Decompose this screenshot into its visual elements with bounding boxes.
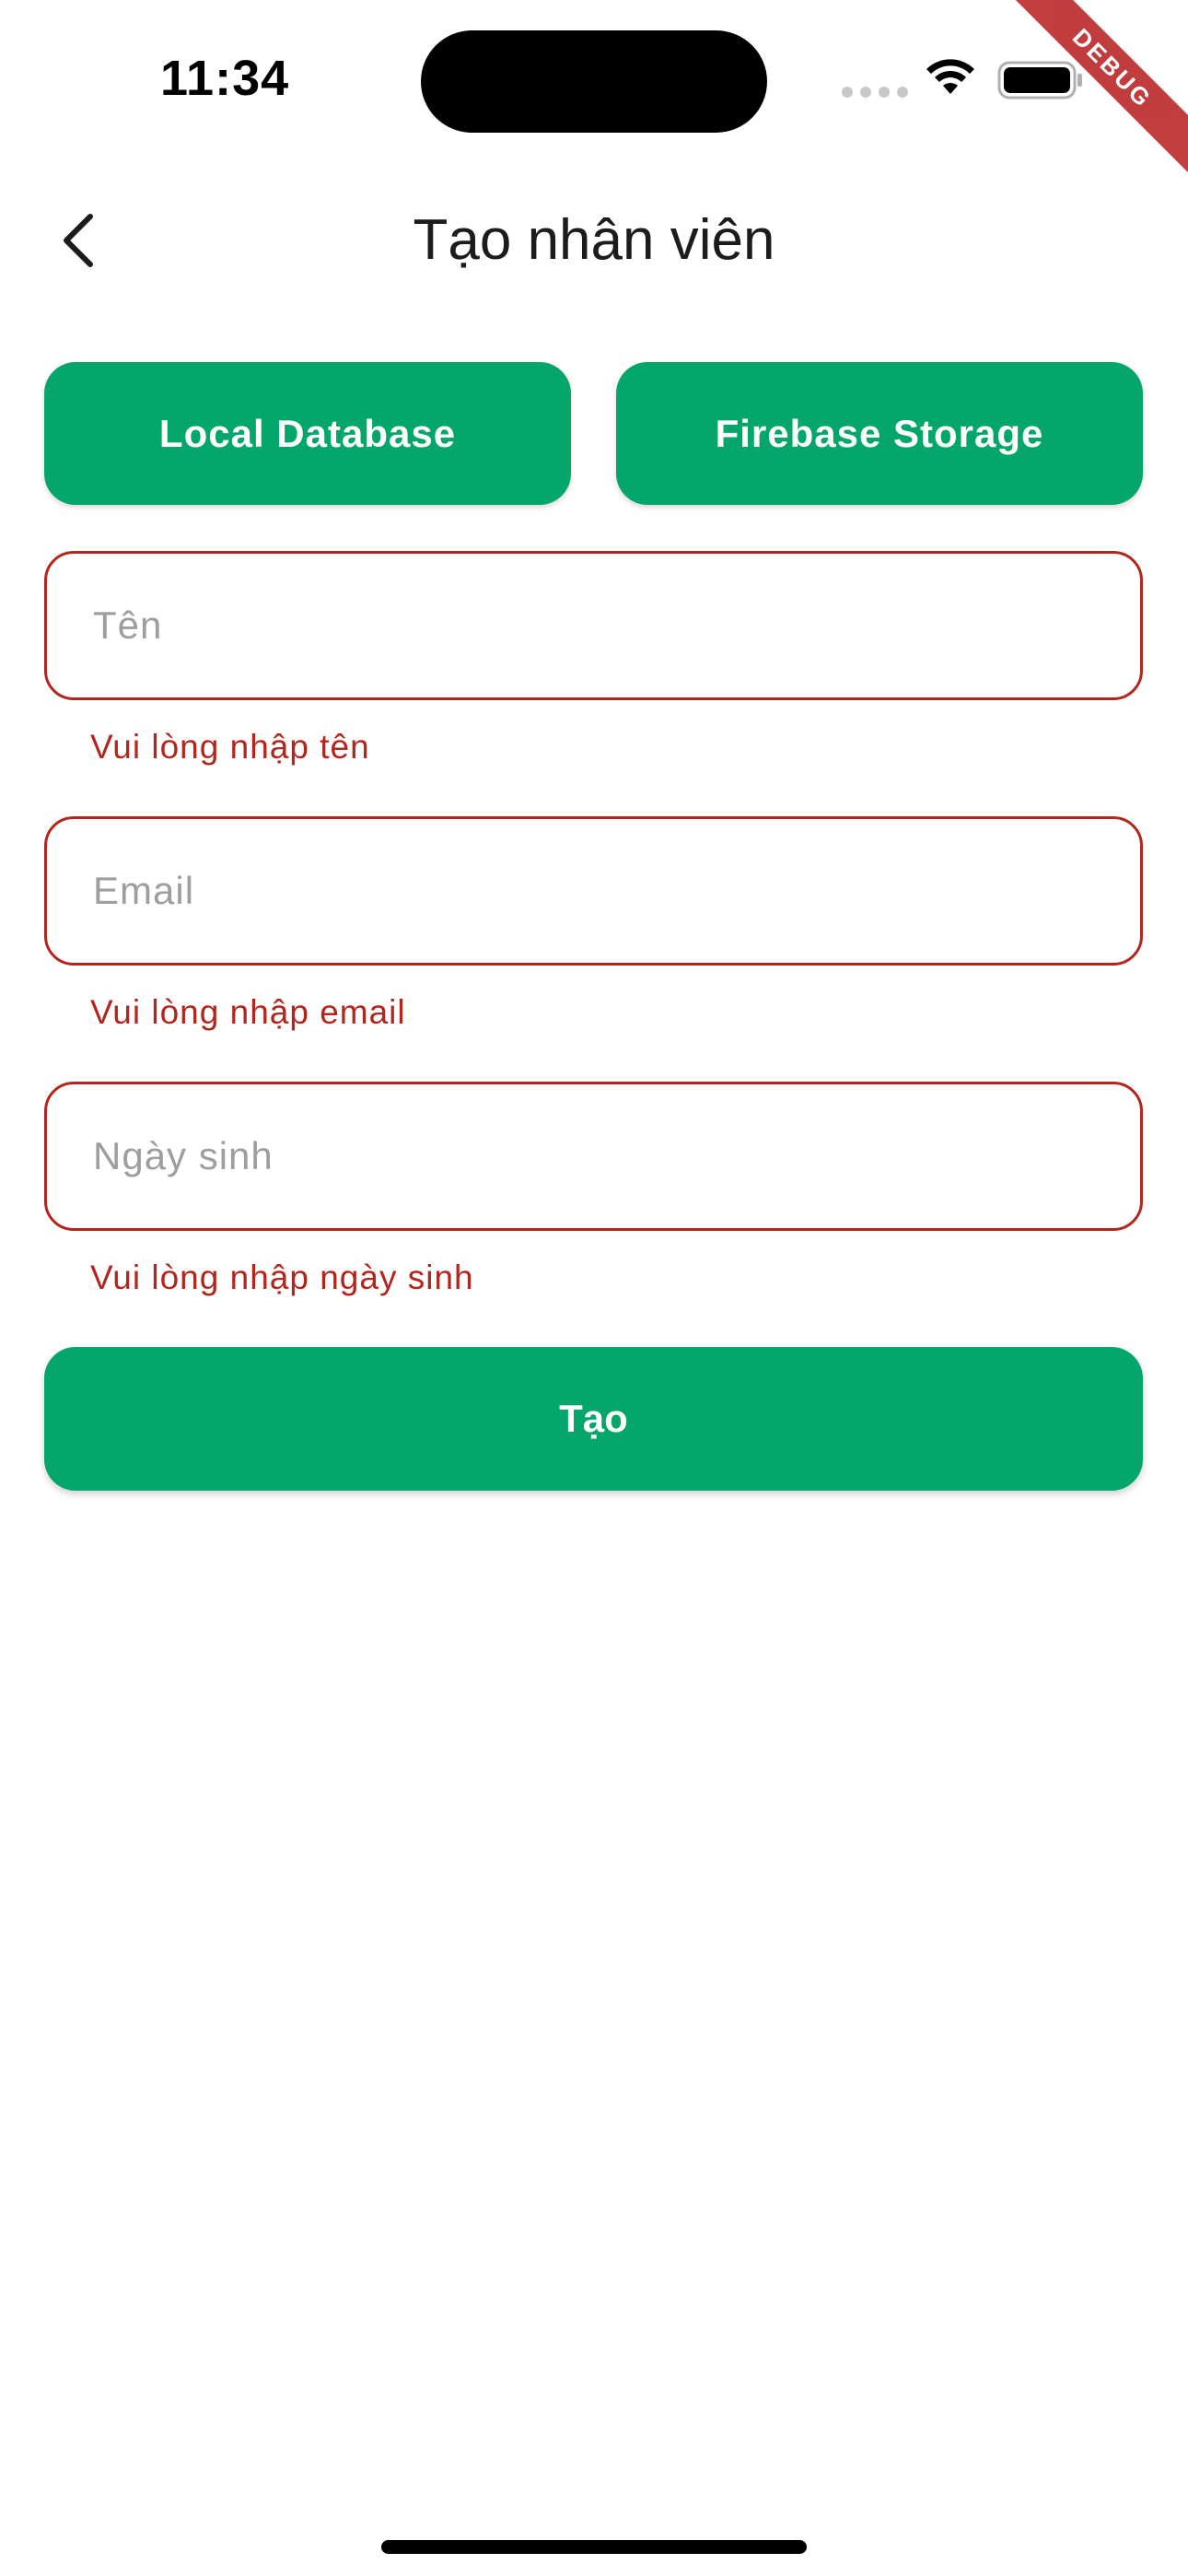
cellular-signal-icon xyxy=(842,87,908,98)
home-indicator[interactable] xyxy=(381,2540,807,2554)
local-database-button[interactable]: Local Database xyxy=(44,362,571,505)
email-error-text: Vui lòng nhập email xyxy=(90,993,406,1031)
email-input[interactable] xyxy=(91,868,1140,914)
wifi-icon xyxy=(926,59,974,94)
firebase-storage-button[interactable]: Firebase Storage xyxy=(616,362,1143,505)
birthday-input[interactable] xyxy=(91,1133,1140,1179)
page-title: Tạo nhân viên xyxy=(413,208,775,272)
dynamic-island xyxy=(421,30,767,133)
create-button[interactable]: Tạo xyxy=(44,1347,1143,1491)
birthday-field[interactable] xyxy=(44,1082,1143,1231)
status-time: 11:34 xyxy=(160,51,290,106)
chevron-left-icon xyxy=(64,214,93,267)
email-field[interactable] xyxy=(44,816,1143,966)
battery-icon xyxy=(997,61,1082,100)
screen: 11:34 DEBUG Tạo nhân viên Local Database… xyxy=(0,0,1188,2576)
birthday-error-text: Vui lòng nhập ngày sinh xyxy=(90,1259,474,1296)
name-field[interactable] xyxy=(44,551,1143,700)
name-error-text: Vui lòng nhập tên xyxy=(90,728,370,766)
name-input[interactable] xyxy=(91,603,1140,649)
back-button[interactable] xyxy=(48,205,107,276)
